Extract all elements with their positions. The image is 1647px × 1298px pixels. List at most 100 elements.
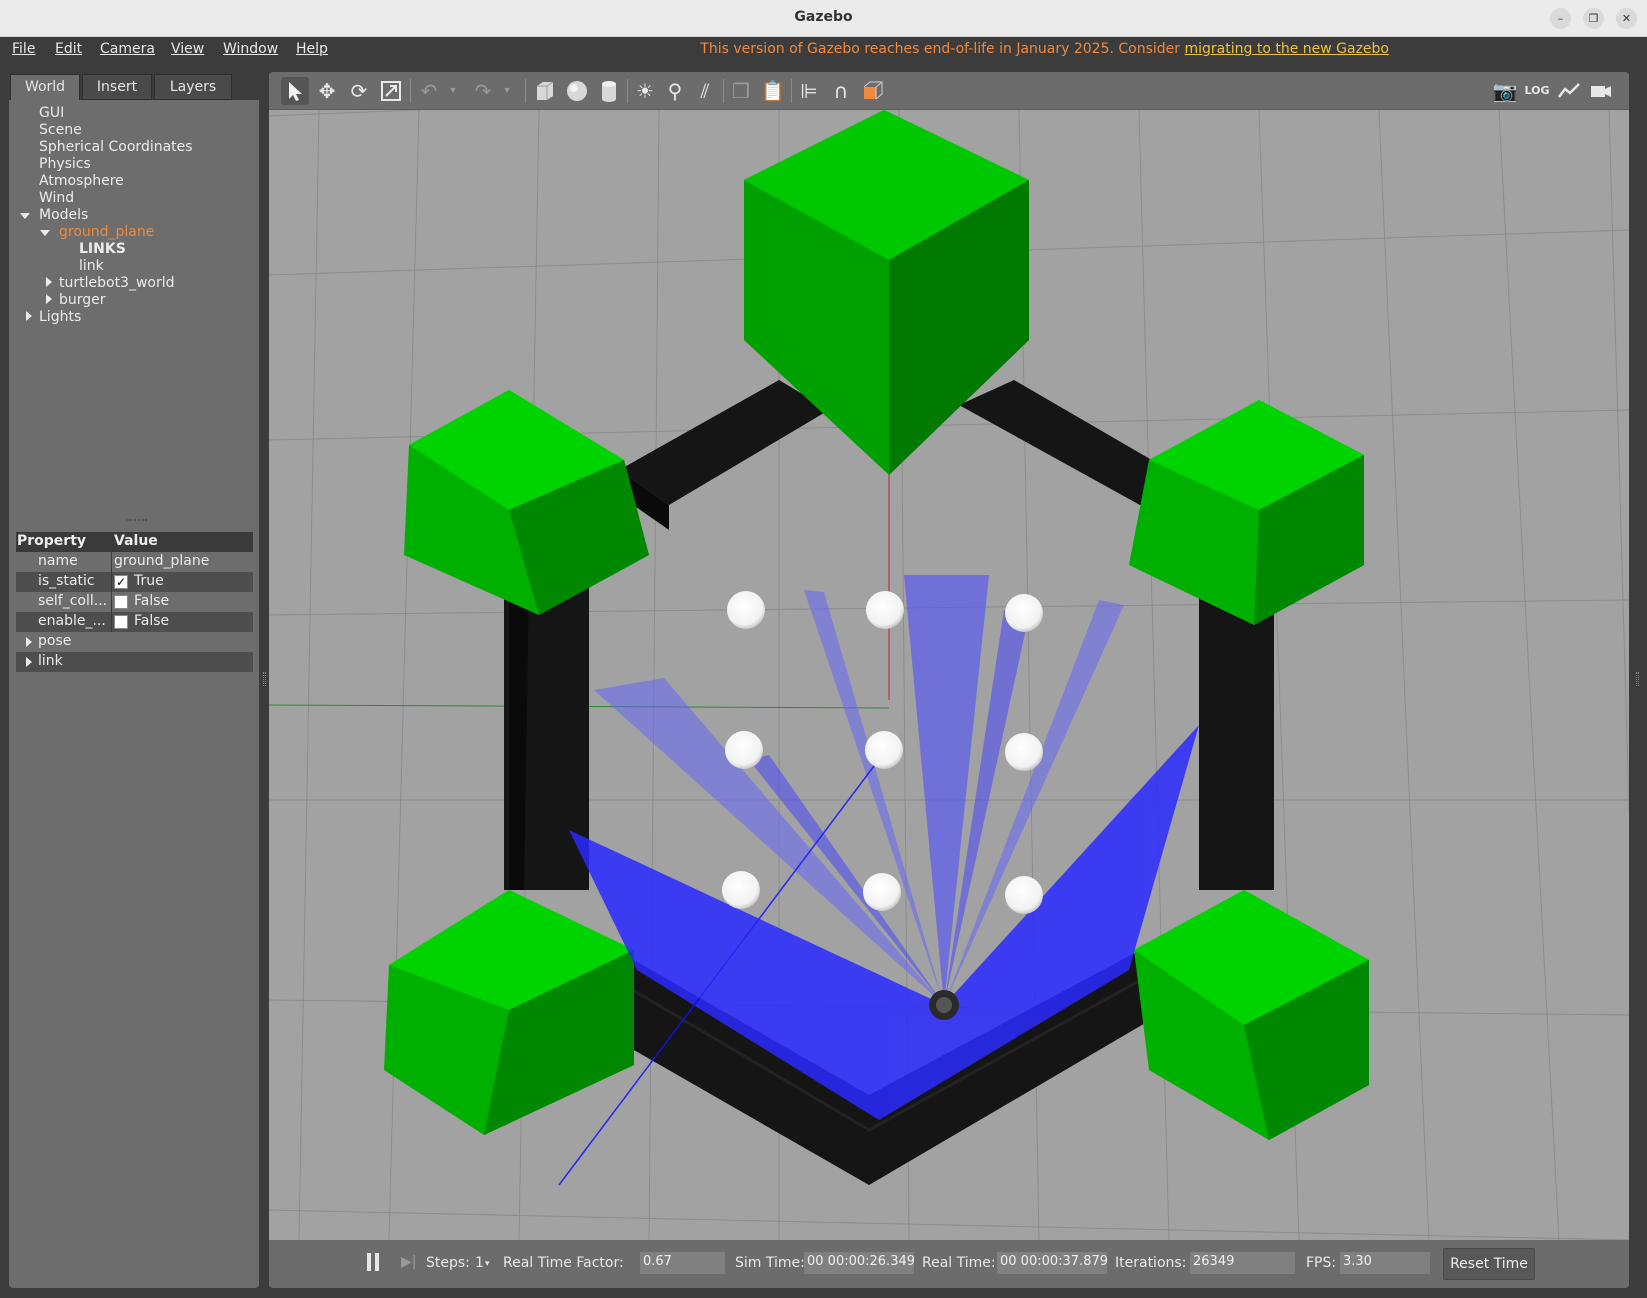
property-row-is-static[interactable]: is_static ✓ True (16, 572, 253, 592)
tree-item-ground-plane[interactable]: ground_plane (59, 224, 154, 240)
real-time-value: 00 00:00:37.879 (997, 1252, 1108, 1274)
change-view-icon[interactable] (859, 77, 887, 105)
menu-edit[interactable]: Edit (55, 41, 82, 57)
tab-layers[interactable]: Layers (154, 74, 232, 100)
align-icon[interactable]: ⊫ (795, 77, 823, 105)
pause-icon[interactable] (365, 1253, 381, 1273)
record-video-icon[interactable] (1587, 77, 1615, 105)
tab-insert[interactable]: Insert (82, 74, 152, 100)
minimize-icon[interactable]: – (1550, 8, 1571, 29)
turtlebot3-burger-robot[interactable] (929, 990, 959, 1020)
rotate-mode-icon[interactable]: ⟳ (345, 77, 373, 105)
close-icon[interactable]: ✕ (1616, 8, 1637, 29)
property-row-link[interactable]: link (16, 652, 253, 672)
box-shape-icon[interactable] (531, 77, 559, 105)
left-splitter-handle[interactable] (263, 672, 266, 686)
sphere-shape-icon[interactable] (563, 77, 591, 105)
fps-value: 3.30 (1340, 1252, 1430, 1274)
property-value: ground_plane (114, 553, 210, 569)
expand-lights-icon[interactable] (26, 311, 32, 321)
self-collide-checkbox[interactable] (114, 595, 128, 609)
fps-label: FPS: (1306, 1255, 1337, 1271)
column-divider (111, 552, 112, 572)
property-row-pose[interactable]: pose (16, 632, 253, 652)
screenshot-icon[interactable]: 📷 (1491, 77, 1519, 105)
property-key: enable_... (38, 613, 106, 629)
enable-wind-checkbox[interactable] (114, 615, 128, 629)
right-splitter-handle[interactable] (1636, 672, 1639, 686)
eol-notice-text: This version of Gazebo reaches end-of-li… (700, 41, 1185, 57)
3d-scene-view[interactable] (269, 110, 1629, 1240)
menu-file[interactable]: File (12, 41, 35, 57)
expand-ground-plane-icon[interactable] (40, 230, 50, 236)
menu-help[interactable]: Help (296, 41, 328, 57)
cylinder-shape-icon[interactable] (595, 77, 623, 105)
property-row-enable-wind[interactable]: enable_... False (16, 612, 253, 632)
toolbar-separator (791, 79, 792, 103)
is-static-checkbox[interactable]: ✓ (114, 575, 128, 589)
log-icon[interactable]: LOG (1523, 77, 1551, 105)
tree-links-header: LINKS (79, 241, 126, 257)
expand-burger-icon[interactable] (46, 294, 52, 304)
toolbar-separator (525, 79, 526, 103)
tree-item-atmosphere[interactable]: Atmosphere (39, 173, 124, 189)
tree-item-models[interactable]: Models (39, 207, 88, 223)
undo-history-icon[interactable]: ▾ (439, 77, 467, 105)
select-mode-icon[interactable] (281, 77, 309, 105)
spot-light-icon[interactable]: ⚲ (661, 77, 689, 105)
real-time-label: Real Time: (922, 1255, 996, 1271)
property-row-name[interactable]: name ground_plane (16, 552, 253, 572)
render-viewport: ✥ ⟳ ↶ ▾ ↷ ▾ ☀ ⚲ ⫽ ❐ 📋 ⊫ ∩ 📷 LOG ▶| Steps… (269, 72, 1629, 1288)
tree-item-physics[interactable]: Physics (39, 156, 91, 172)
eol-notice: This version of Gazebo reaches end-of-li… (700, 41, 1389, 57)
migration-link[interactable]: migrating to the new Gazebo (1185, 41, 1390, 57)
scale-mode-icon[interactable] (377, 77, 405, 105)
menu-bar: File Edit Camera View Window Help This v… (0, 37, 1647, 63)
tree-item-lights[interactable]: Lights (39, 309, 81, 325)
expand-link-icon[interactable] (26, 657, 32, 667)
paste-icon[interactable]: 📋 (759, 77, 787, 105)
property-header-row: Property Value (16, 532, 253, 552)
expand-models-icon[interactable] (20, 213, 30, 219)
property-key: self_coll... (38, 593, 108, 609)
property-column-header: Property (17, 533, 87, 549)
redo-history-icon[interactable]: ▾ (493, 77, 521, 105)
tree-item-scene[interactable]: Scene (39, 122, 82, 138)
steps-value[interactable]: 1 (475, 1255, 484, 1271)
tab-world[interactable]: World (10, 74, 80, 100)
step-icon[interactable]: ▶| (401, 1254, 417, 1272)
plot-icon[interactable] (1555, 77, 1583, 105)
expand-turtlebot3-world-icon[interactable] (46, 277, 52, 287)
menu-window[interactable]: Window (223, 41, 278, 57)
rtf-label: Real Time Factor: (503, 1255, 624, 1271)
property-row-self-collide[interactable]: self_coll... False (16, 592, 253, 612)
obstacle-bottom-right (1134, 890, 1369, 1140)
property-value: False (134, 613, 170, 629)
tree-item-spherical[interactable]: Spherical Coordinates (39, 139, 193, 155)
copy-icon[interactable]: ❐ (727, 77, 755, 105)
toolbar-separator (723, 79, 724, 103)
maximize-icon[interactable]: ❐ (1583, 8, 1604, 29)
viewport-toolbar: ✥ ⟳ ↶ ▾ ↷ ▾ ☀ ⚲ ⫽ ❐ 📋 ⊫ ∩ 📷 LOG (269, 72, 1629, 109)
menu-camera[interactable]: Camera (100, 41, 155, 57)
directional-light-icon[interactable]: ⫽ (691, 77, 719, 105)
tree-item-gui[interactable]: GUI (39, 105, 64, 121)
translate-mode-icon[interactable]: ✥ (313, 77, 341, 105)
tree-item-burger[interactable]: burger (59, 292, 106, 308)
snap-icon[interactable]: ∩ (827, 77, 855, 105)
pause-bar (367, 1253, 371, 1271)
tree-item-turtlebot3-world[interactable]: turtlebot3_world (59, 275, 175, 291)
steps-dropdown-icon[interactable]: ▾ (485, 1259, 490, 1269)
menu-view[interactable]: View (171, 41, 204, 57)
world-tree-panel: GUI Scene Spherical Coordinates Physics … (9, 100, 259, 1288)
point-light-icon[interactable]: ☀ (631, 77, 659, 105)
property-key: is_static (38, 573, 95, 589)
pause-bar (375, 1253, 379, 1271)
tree-item-wind[interactable]: Wind (39, 190, 74, 206)
reset-time-button[interactable]: Reset Time (1443, 1248, 1535, 1280)
property-key: pose (38, 633, 72, 649)
tree-item-link[interactable]: link (79, 258, 104, 274)
expand-pose-icon[interactable] (26, 637, 32, 647)
title-bar: Gazebo – ❐ ✕ (0, 0, 1647, 37)
panel-splitter-handle[interactable] (127, 519, 147, 521)
